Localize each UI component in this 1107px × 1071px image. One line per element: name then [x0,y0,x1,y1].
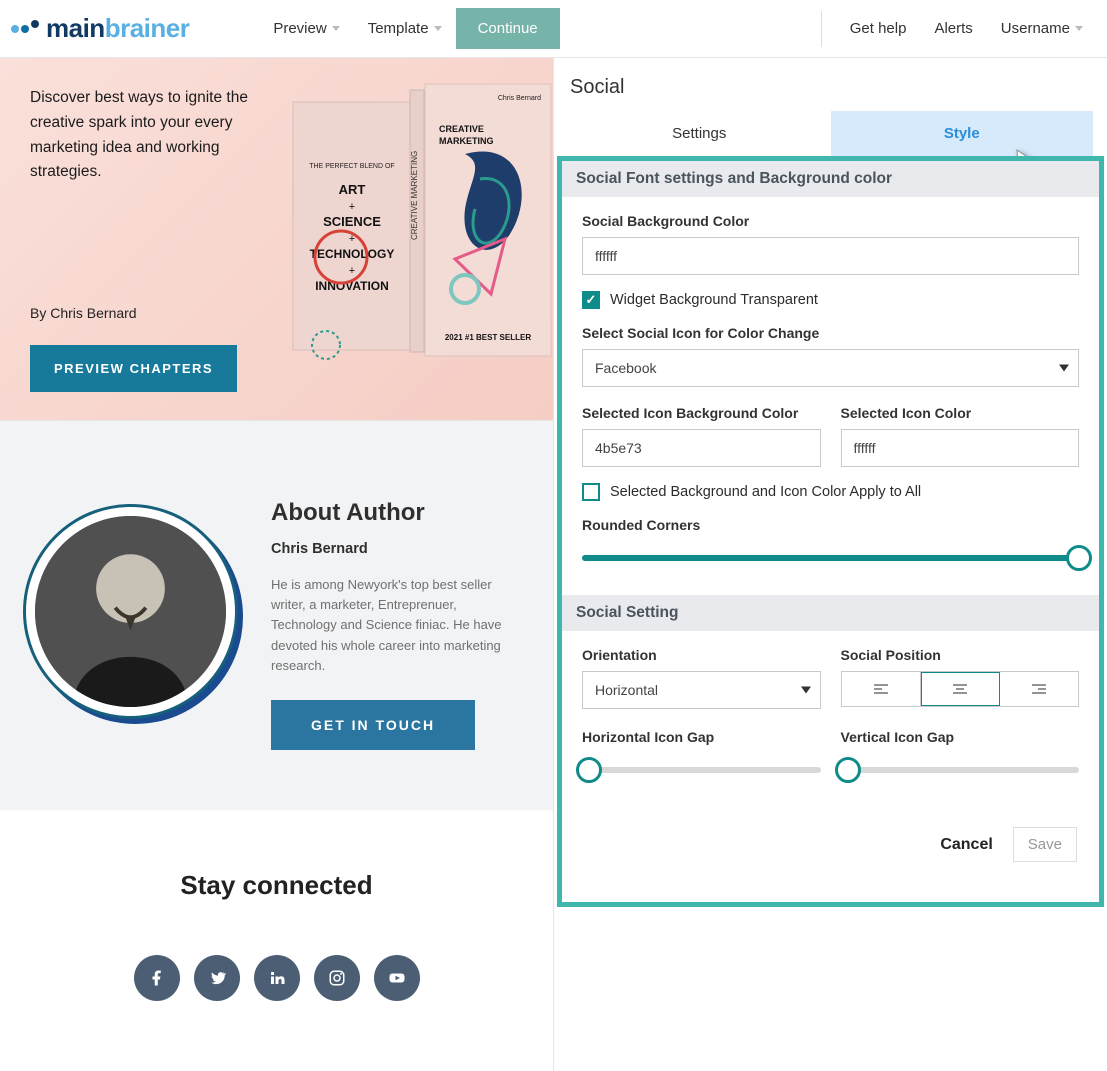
iconbg-label: Selected Icon Background Color [582,405,821,421]
bg-color-input[interactable] [582,237,1079,275]
preview-chapters-button[interactable]: PREVIEW CHAPTERS [30,345,237,392]
align-right-button[interactable] [1000,672,1078,706]
svg-text:2021 #1 BEST SELLER: 2021 #1 BEST SELLER [445,333,531,342]
rounded-label: Rounded Corners [582,517,1079,533]
top-right-nav: Get help Alerts Username [807,10,1097,47]
twitter-icon[interactable] [194,955,240,1001]
chevron-down-icon [434,26,442,31]
logo-text-main: main [46,13,105,44]
author-heading: About Author [271,499,523,527]
side-panel: Social Settings Style Social Font settin… [553,58,1107,1071]
panel-title: Social [554,58,1107,111]
hgap-label: Horizontal Icon Gap [582,729,821,745]
author-desc: He is among Newyork's top best seller wr… [271,575,523,676]
continue-button[interactable]: Continue [456,8,560,49]
social-icons-row [0,955,553,1001]
orientation-dropdown[interactable] [582,671,821,709]
transparent-label: Widget Background Transparent [610,292,818,308]
select-icon-dropdown[interactable] [582,349,1079,387]
hgap-slider[interactable] [582,755,821,785]
svg-text:CREATIVE: CREATIVE [439,124,484,134]
apply-all-checkbox-row: Selected Background and Icon Color Apply… [582,483,1079,501]
svg-text:CREATIVE MARKETING: CREATIVE MARKETING [410,151,419,240]
cancel-button[interactable]: Cancel [940,827,992,862]
save-button[interactable]: Save [1013,827,1077,862]
top-center-nav: Preview Template Continue [259,8,559,49]
topbar: mainbrainer Preview Template Continue Ge… [0,0,1107,58]
stay-heading: Stay connected [0,870,553,901]
divider [821,11,822,47]
style-panel: Social Font settings and Background colo… [557,156,1104,907]
position-group [841,671,1080,707]
align-center-button[interactable] [921,672,1000,706]
svg-text:THE PERFECT BLEND OF: THE PERFECT BLEND OF [309,163,394,170]
svg-text:+: + [349,201,355,213]
transparent-checkbox-row: Widget Background Transparent [582,291,1079,309]
panel-tabs: Settings Style [568,111,1093,156]
section-header-setting: Social Setting [562,595,1099,631]
vgap-slider[interactable] [841,755,1080,785]
chevron-down-icon [332,26,340,31]
iconbg-input[interactable] [582,429,821,467]
logo[interactable]: mainbrainer [10,13,189,44]
logo-text-sub: brainer [105,13,190,44]
linkedin-icon[interactable] [254,955,300,1001]
hero-text: Discover best ways to ignite the creativ… [30,86,255,185]
canvas-preview: Discover best ways to ignite the creativ… [0,58,553,1071]
nav-username[interactable]: Username [987,10,1097,47]
tab-settings[interactable]: Settings [568,111,831,156]
nav-username-label: Username [1001,20,1070,37]
book-art: THE PERFECT BLEND OF ART + SCIENCE + TEC… [288,80,553,375]
panel-actions: Cancel Save [562,807,1099,902]
tab-style[interactable]: Style [831,111,1094,156]
apply-all-checkbox[interactable] [582,483,600,501]
select-icon-label: Select Social Icon for Color Change [582,325,1079,341]
author-section: About Author Chris Bernard He is among N… [0,420,553,810]
instagram-icon[interactable] [314,955,360,1001]
rounded-slider[interactable] [582,543,1079,573]
logo-icon [10,24,40,34]
author-name: Chris Bernard [271,541,523,557]
svg-text:+: + [349,265,355,277]
apply-all-label: Selected Background and Icon Color Apply… [610,484,921,500]
section-header-font: Social Font settings and Background colo… [562,161,1099,197]
vgap-label: Vertical Icon Gap [841,729,1080,745]
iconcolor-label: Selected Icon Color [841,405,1080,421]
get-in-touch-button[interactable]: GET IN TOUCH [271,700,475,750]
nav-get-help[interactable]: Get help [836,10,921,47]
svg-text:MARKETING: MARKETING [439,136,494,146]
author-info: About Author Chris Bernard He is among N… [271,499,523,750]
nav-alerts[interactable]: Alerts [920,10,986,47]
svg-text:SCIENCE: SCIENCE [323,214,381,229]
chevron-down-icon [1075,26,1083,31]
nav-template-label: Template [368,20,429,37]
hero-section: Discover best ways to ignite the creativ… [0,58,553,420]
align-left-button[interactable] [842,672,921,706]
iconcolor-input[interactable] [841,429,1080,467]
svg-text:ART: ART [339,182,366,197]
nav-template[interactable]: Template [354,10,456,47]
svg-text:TECHNOLOGY: TECHNOLOGY [310,247,395,261]
youtube-icon[interactable] [374,955,420,1001]
transparent-checkbox[interactable] [582,291,600,309]
facebook-icon[interactable] [134,955,180,1001]
orientation-label: Orientation [582,647,821,663]
bg-color-label: Social Background Color [582,213,1079,229]
nav-preview[interactable]: Preview [259,10,353,47]
position-label: Social Position [841,647,1080,663]
svg-text:Chris Bernard: Chris Bernard [498,95,541,102]
stay-connected-section: Stay connected [0,810,553,1071]
author-avatar [18,499,243,724]
nav-preview-label: Preview [273,20,326,37]
